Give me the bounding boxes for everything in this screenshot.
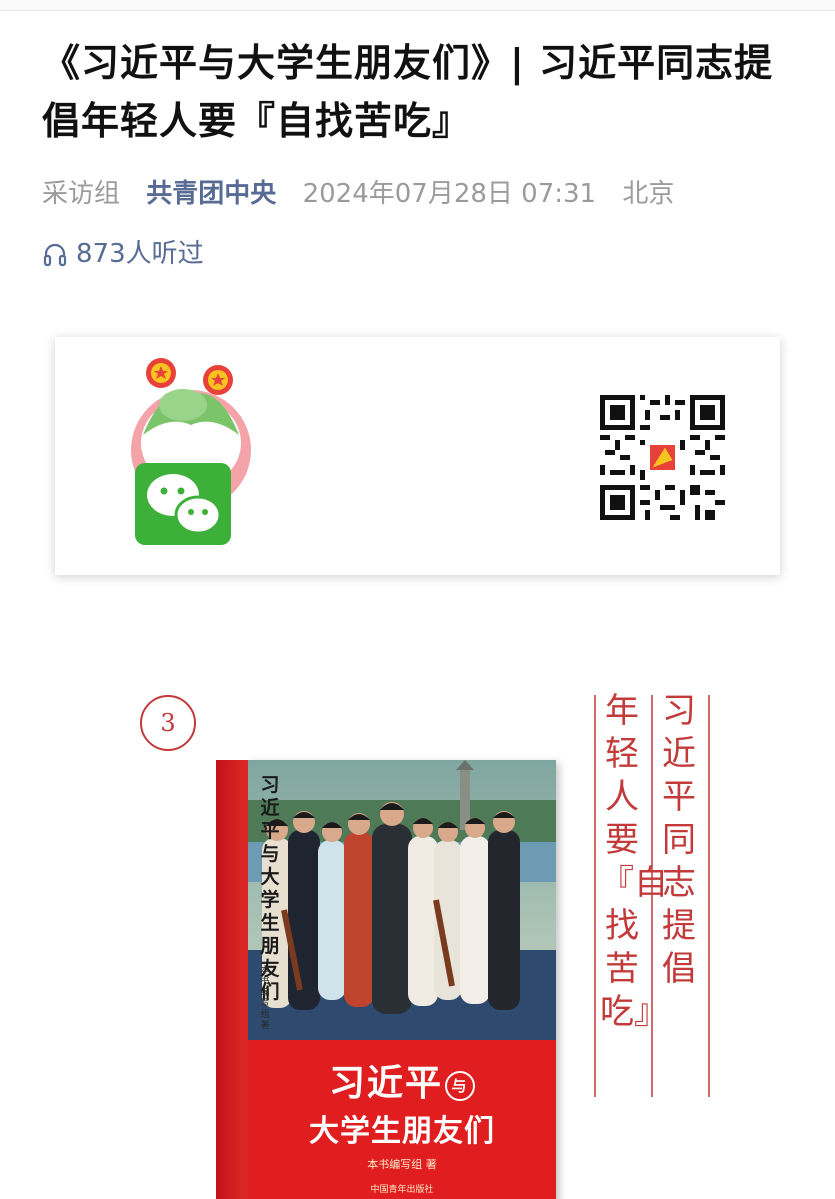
meta-author: 采访组 (42, 179, 121, 209)
section-number: 3 (140, 695, 196, 751)
article-page: 《习近平与大学生朋友们》| 习近平同志提倡年轻人要『自找苦吃』 采访组 共青团中… (0, 0, 835, 1199)
book-cover: 习近平与大学生朋友们 本书编写组著 习近平与 大学生朋友们 本书编写组 著 中国… (216, 760, 556, 1199)
book-title-line2: 大学生朋友们 (309, 1114, 495, 1149)
poster-divider (594, 695, 596, 1097)
book-spine (216, 760, 248, 1199)
book-author: 本书编写组 著 (367, 1158, 437, 1171)
listen-count-text: 873人听过 (76, 239, 204, 269)
poster-vertical-text-right: 习近平同志提倡 (662, 691, 696, 989)
listen-count[interactable]: 873人听过 (42, 236, 204, 272)
qr-code-icon (600, 395, 725, 520)
account-name-link[interactable]: 共青团中央 (146, 179, 276, 209)
meta-datetime: 2024年07月28日 07:31 (302, 179, 597, 209)
book-vertical-author: 本书编写组著 (260, 966, 270, 1031)
poster-vertical-text-left: 年轻人要『自找苦吃』 (600, 691, 668, 1032)
wechat-mascot-icon (123, 355, 253, 545)
book-title-line1: 习近平与 (248, 1054, 556, 1106)
book-cover-photo: 习近平与大学生朋友们 本书编写组著 (248, 760, 556, 1040)
headphones-icon (42, 242, 68, 268)
meta-location: 北京 (622, 179, 675, 209)
book-title-badge: 与 (445, 1071, 475, 1101)
poster-image: 3 习近平同志提倡 年轻人要『自找苦吃』 习近平与大学生朋友们 本书编写组著 习… (0, 600, 835, 1199)
book-publisher: 中国青年出版社 (370, 1185, 434, 1195)
article-meta: 采访组 共青团中央 2024年07月28日 07:31 北京 (42, 176, 802, 212)
follow-card (55, 337, 780, 575)
poster-divider (708, 695, 710, 1097)
article-title: 《习近平与大学生朋友们》| 习近平同志提倡年轻人要『自找苦吃』 (42, 41, 774, 143)
book-title-text: 习近平 (328, 1062, 443, 1104)
book-front: 习近平与大学生朋友们 本书编写组著 习近平与 大学生朋友们 本书编写组 著 中国… (248, 760, 556, 1199)
top-divider (0, 0, 835, 11)
